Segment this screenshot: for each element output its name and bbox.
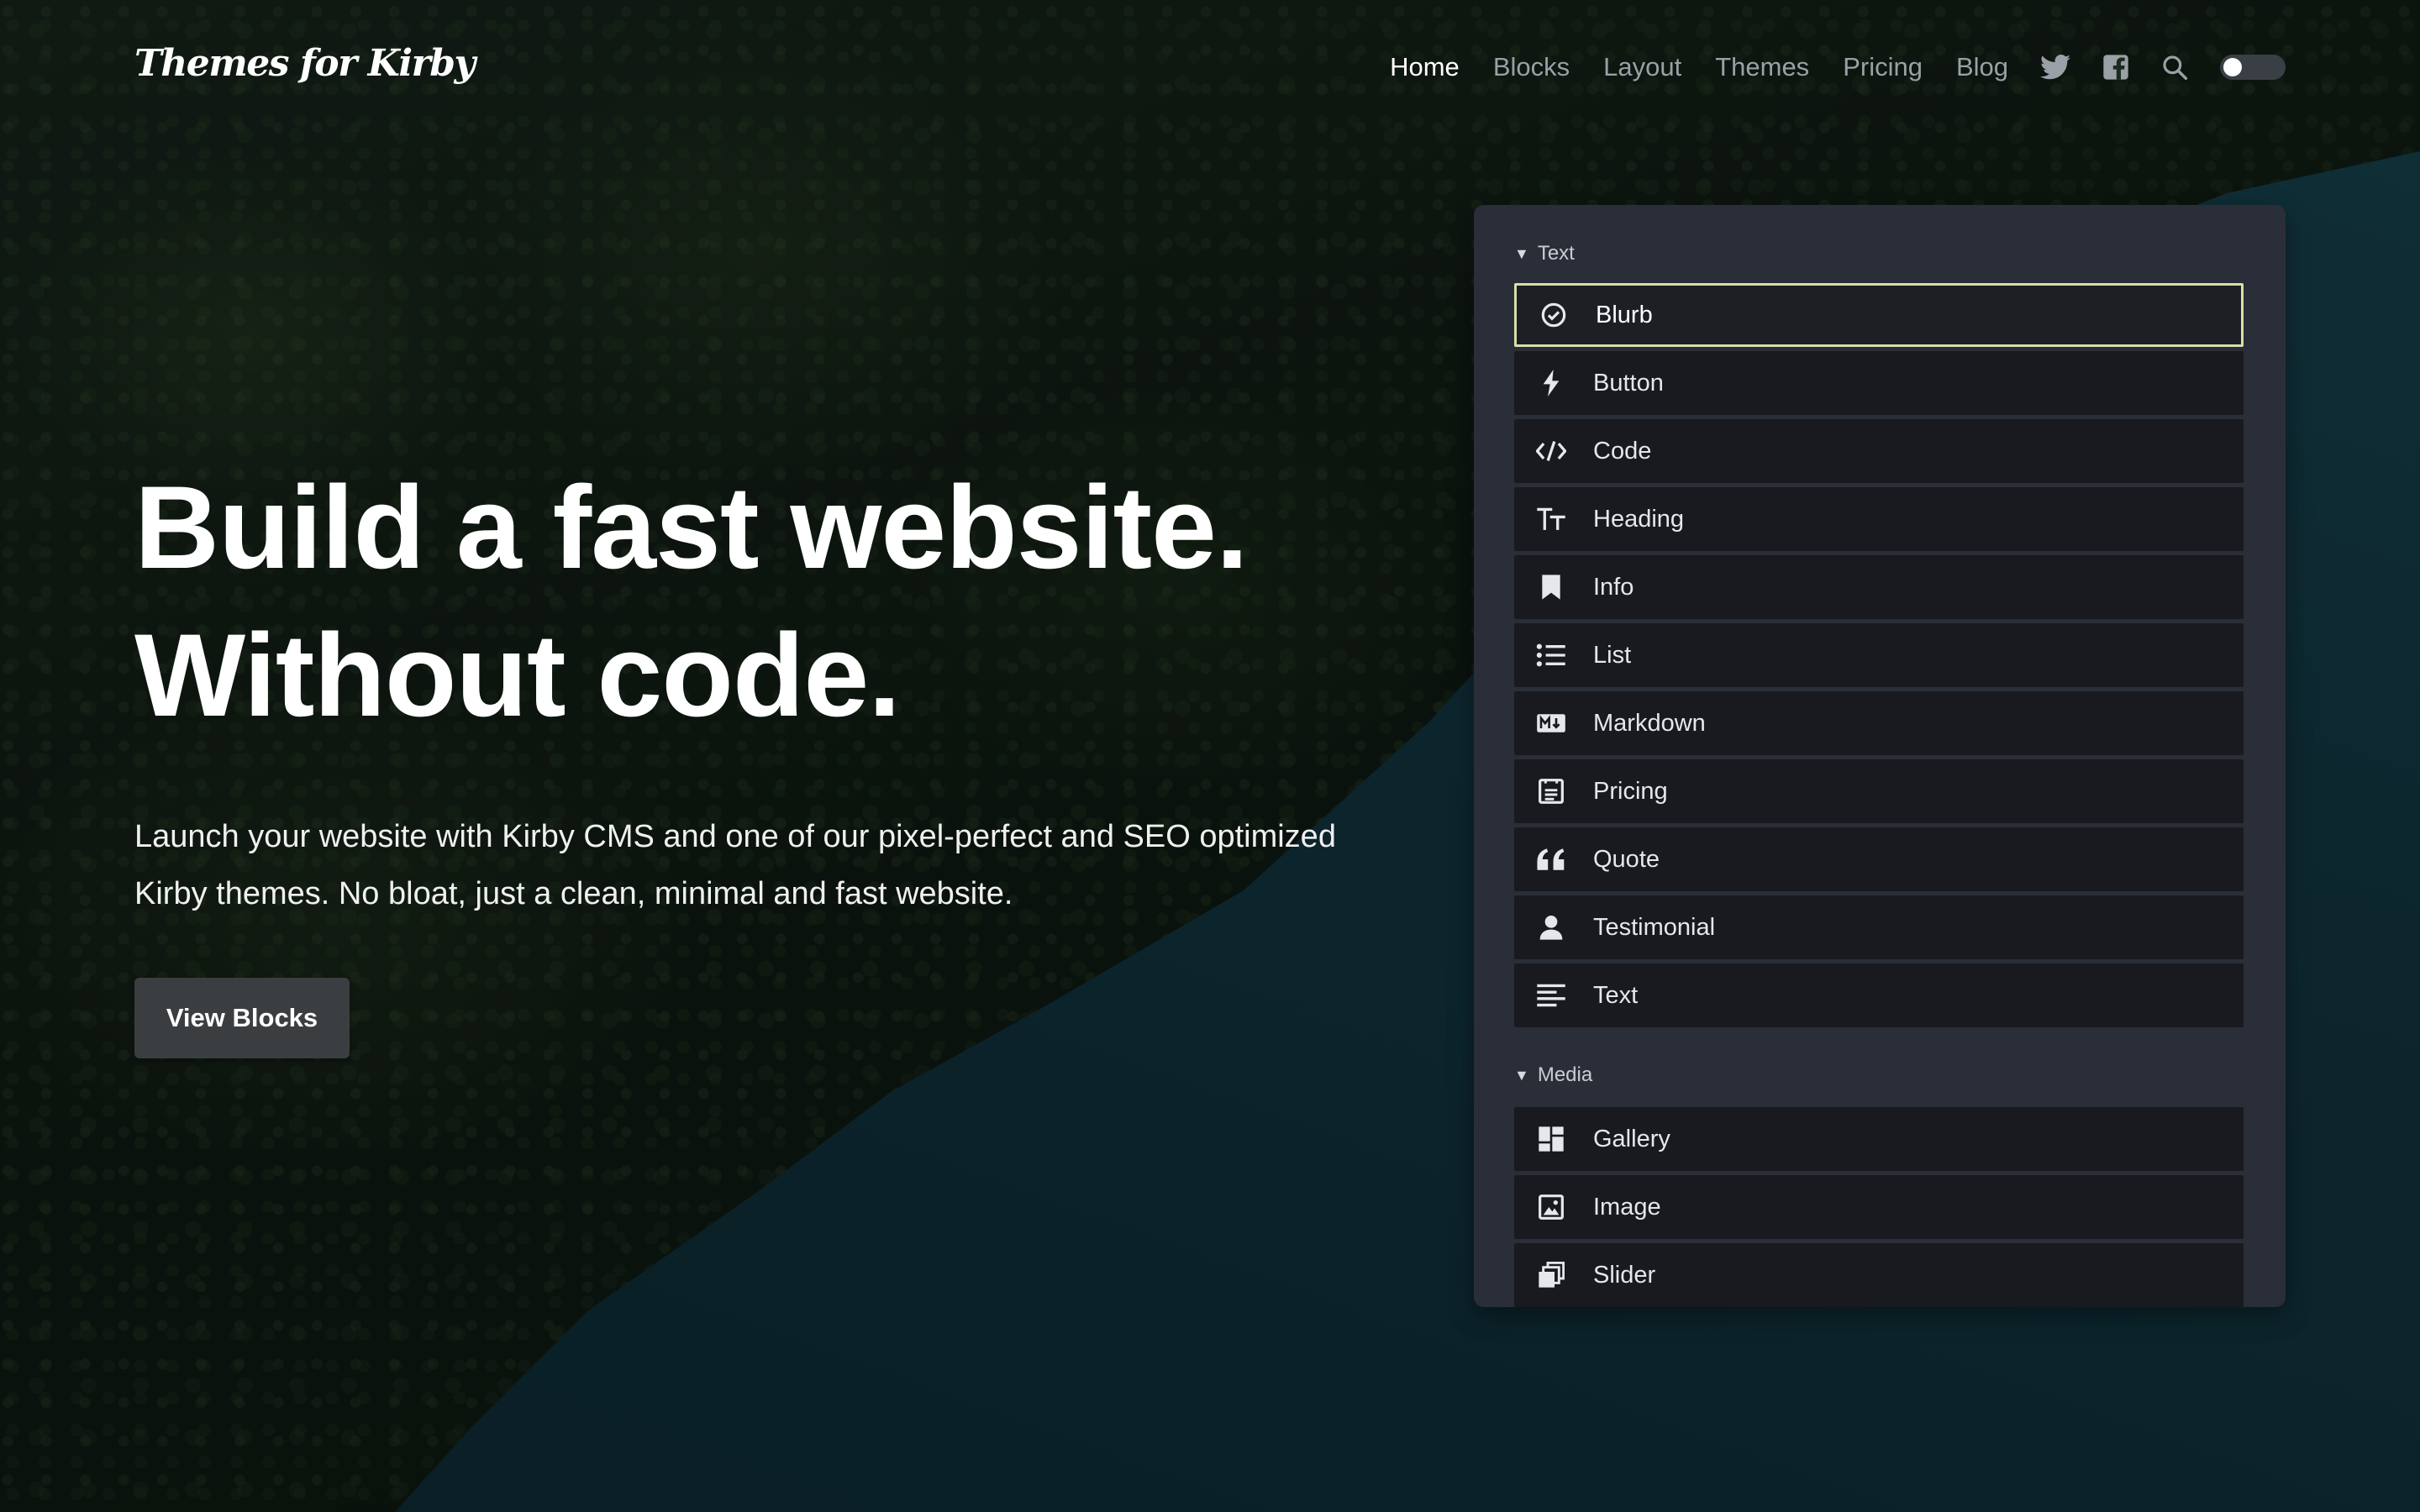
nav-layout[interactable]: Layout: [1603, 52, 1681, 82]
block-item-text[interactable]: Text: [1514, 963, 2244, 1027]
nav-blocks[interactable]: Blocks: [1493, 52, 1570, 82]
block-item-info[interactable]: Info: [1514, 555, 2244, 619]
nav-pricing[interactable]: Pricing: [1843, 52, 1923, 82]
site-logo[interactable]: Themes for Kirby: [134, 42, 476, 85]
block-label: Pricing: [1593, 777, 1668, 805]
bolt-icon: [1518, 370, 1585, 396]
block-item-code[interactable]: Code: [1514, 419, 2244, 483]
list-icon: [1518, 642, 1585, 669]
block-label: Gallery: [1593, 1125, 1670, 1152]
group-label: Text: [1537, 242, 1575, 265]
block-label: Markdown: [1593, 709, 1706, 737]
gallery-icon: [1518, 1126, 1585, 1152]
bookmark-icon: [1518, 574, 1585, 601]
search-icon[interactable]: [2161, 54, 2188, 81]
twitter-icon[interactable]: [2040, 55, 2070, 80]
block-label: Blurb: [1596, 301, 1653, 328]
block-item-gallery[interactable]: Gallery: [1514, 1107, 2244, 1171]
text-icon: [1518, 983, 1585, 1008]
hero-title-line-1: Build a fast website.: [134, 461, 1249, 593]
toggle-knob: [2223, 58, 2242, 76]
block-label: Quote: [1593, 845, 1660, 873]
block-item-button[interactable]: Button: [1514, 351, 2244, 415]
block-label: List: [1593, 641, 1632, 669]
group-label: Media: [1537, 1063, 1593, 1086]
block-item-quote[interactable]: Quote: [1514, 827, 2244, 891]
group-header-text[interactable]: ▼ Text: [1514, 242, 1575, 265]
quote-icon: [1518, 848, 1585, 871]
block-item-markdown[interactable]: Markdown: [1514, 691, 2244, 755]
block-item-blurb[interactable]: Blurb: [1514, 283, 2244, 347]
block-label: Slider: [1593, 1261, 1656, 1289]
block-label: Testimonial: [1593, 913, 1716, 941]
nav-home[interactable]: Home: [1390, 52, 1460, 82]
code-icon: [1518, 439, 1585, 463]
view-blocks-button[interactable]: View Blocks: [134, 978, 350, 1058]
pricing-icon: [1518, 778, 1585, 805]
image-icon: [1518, 1194, 1585, 1221]
block-item-pricing[interactable]: Pricing: [1514, 759, 2244, 823]
media-block-list: Gallery Image Slider: [1514, 1107, 2244, 1307]
slider-icon: [1518, 1262, 1585, 1289]
block-label: Code: [1593, 437, 1652, 465]
main-nav: Home Blocks Layout Themes Pricing Blog: [1356, 49, 2286, 86]
block-item-list[interactable]: List: [1514, 623, 2244, 687]
collapse-triangle-icon: ▼: [1514, 1066, 1529, 1084]
check-circle-icon: [1520, 302, 1587, 328]
nav-blog[interactable]: Blog: [1956, 52, 2008, 82]
block-label: Info: [1593, 573, 1634, 601]
block-item-heading[interactable]: Heading: [1514, 487, 2244, 551]
collapse-triangle-icon: ▼: [1514, 244, 1529, 262]
block-label: Heading: [1593, 505, 1685, 533]
block-label: Text: [1593, 981, 1639, 1009]
hero-title-line-2: Without code.: [134, 609, 901, 741]
dark-mode-toggle[interactable]: [2220, 55, 2286, 80]
block-item-testimonial[interactable]: Testimonial: [1514, 895, 2244, 959]
block-item-slider[interactable]: Slider: [1514, 1243, 2244, 1307]
heading-icon: [1518, 506, 1585, 533]
block-picker-panel: ▼ Text Blurb Button Code Heading Info Li…: [1474, 205, 2286, 1307]
facebook-icon[interactable]: [2102, 54, 2129, 81]
nav-themes[interactable]: Themes: [1715, 52, 1809, 82]
hero-title: Build a fast website. Without code.: [134, 454, 1249, 749]
block-item-image[interactable]: Image: [1514, 1175, 2244, 1239]
group-header-media[interactable]: ▼ Media: [1514, 1063, 1592, 1087]
hero-description: Launch your website with Kirby CMS and o…: [134, 819, 1336, 911]
block-label: Image: [1593, 1193, 1661, 1221]
user-icon: [1518, 914, 1585, 941]
markdown-icon: [1518, 713, 1585, 733]
block-label: Button: [1593, 369, 1664, 396]
text-block-list: Blurb Button Code Heading Info List Mark…: [1514, 283, 2244, 1032]
